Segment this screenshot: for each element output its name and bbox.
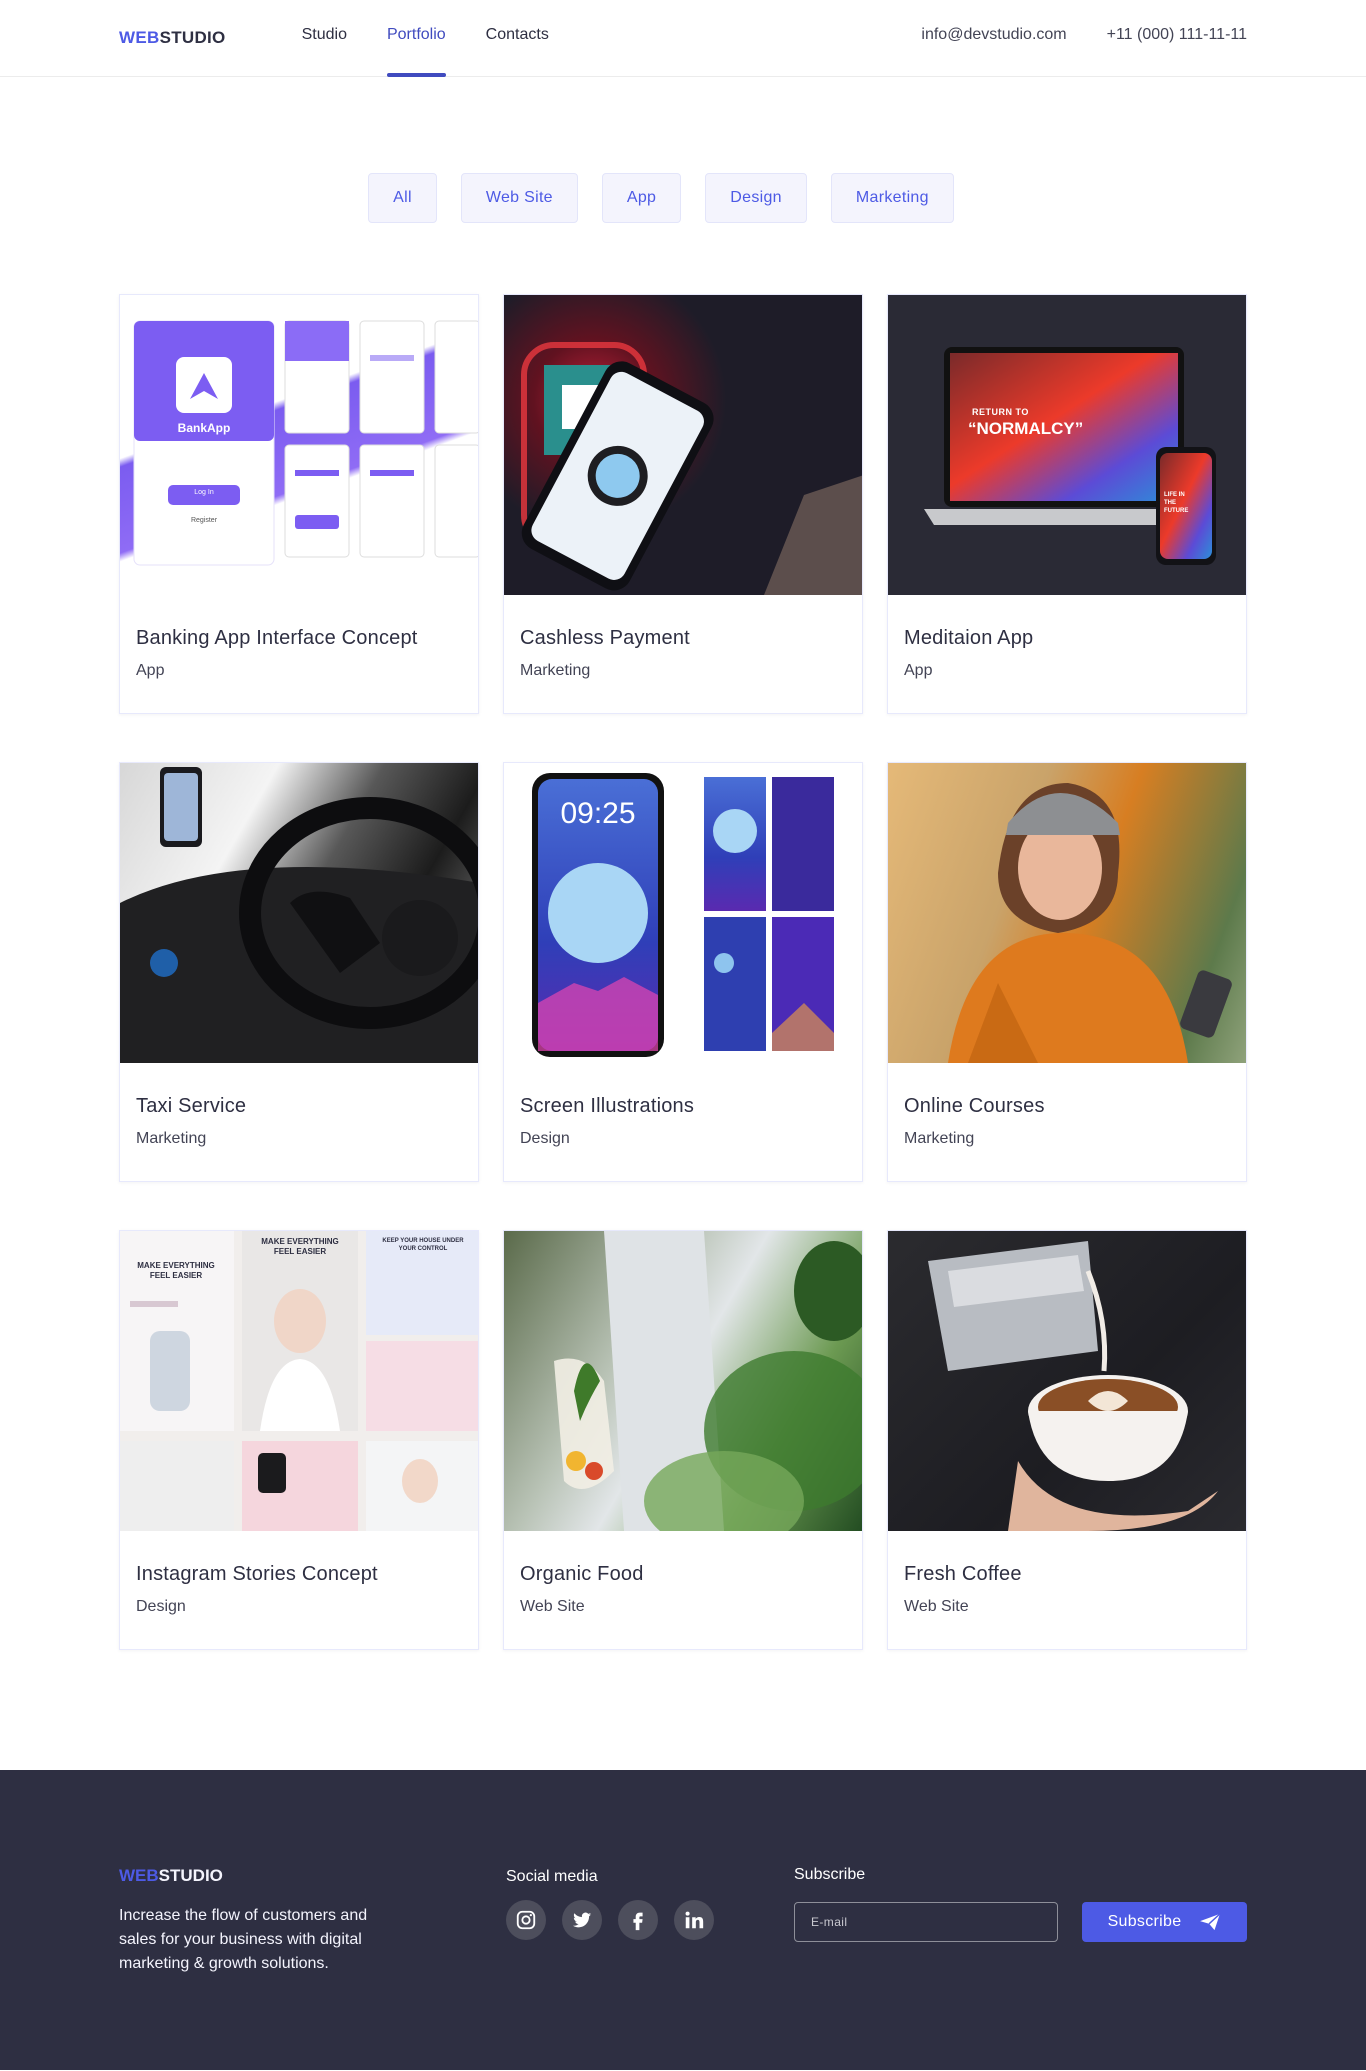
meditation-phone-text: LIFE IN THE FUTURE [1164, 492, 1189, 514]
fresh-coffee-illustration [928, 1241, 1218, 1531]
header-contacts: info@devstudio.com +11 (000) 111-11-11 [881, 26, 1247, 50]
facebook-icon [633, 1912, 643, 1931]
organic-food-thumbnail [504, 1231, 862, 1531]
logo-part-1: Web [119, 28, 160, 47]
project-category: App [904, 662, 933, 679]
project-category: Marketing [136, 1130, 207, 1147]
project-title: Cashless Payment [520, 627, 690, 649]
twitter-link[interactable] [562, 1900, 602, 1940]
filter-marketing-button[interactable]: Marketing [830, 173, 954, 223]
taxi-service-thumbnail [120, 763, 478, 1063]
portfolio-card[interactable]: Taxi Service Marketing [119, 762, 479, 1182]
footer-logo[interactable]: Web Studio [119, 1866, 402, 1886]
portfolio-card[interactable]: Online Courses Marketing [887, 762, 1247, 1182]
footer-subscribe: Subscribe Subscribe [794, 1866, 1247, 1976]
screen-time-label: 09:25 [560, 797, 636, 830]
project-title: Banking App Interface Concept [136, 627, 418, 649]
portfolio-card[interactable]: Cashless Payment Marketing [503, 294, 863, 714]
instagram-link[interactable] [506, 1900, 546, 1940]
organic-food-illustration [554, 1231, 862, 1531]
project-category: Design [136, 1598, 186, 1615]
email-input[interactable] [794, 1902, 1058, 1942]
meditation-app-illustration [924, 347, 1216, 565]
footer-about: Web Studio Increase the flow of customers… [119, 1866, 402, 1976]
instagram-icon [516, 1910, 536, 1930]
social-list [506, 1900, 730, 1940]
project-category: Marketing [904, 1130, 975, 1147]
subscribe-form: Subscribe [794, 1902, 1247, 1942]
linkedin-link[interactable] [674, 1900, 714, 1940]
project-title: Organic Food [520, 1563, 644, 1585]
portfolio-card[interactable]: BankApp Log In Register Banking App Inte… [119, 294, 479, 714]
bank-app-label: BankApp [177, 421, 231, 435]
subscribe-button-label: Subscribe [1107, 1913, 1182, 1930]
nav-item-portfolio[interactable]: Portfolio [386, 0, 446, 77]
footer-logo-part-1: Web [119, 1866, 159, 1885]
online-courses-illustration [948, 783, 1232, 1063]
twitter-icon [572, 1912, 592, 1928]
project-title: Taxi Service [136, 1095, 247, 1117]
site-footer: Web Studio Increase the flow of customers… [0, 1770, 1366, 2070]
send-icon [1200, 1913, 1221, 1931]
portfolio-card[interactable]: 09:25 Screen Illustrations Design [503, 762, 863, 1182]
cashless-payment-thumbnail [504, 295, 862, 595]
fresh-coffee-thumbnail [888, 1231, 1246, 1531]
insta-heading-2: MAKE EVERYTHING FEEL EASIER [261, 1237, 339, 1256]
project-category: App [136, 662, 165, 679]
logo-part-2: Studio [159, 28, 226, 47]
footer-social: Social media [506, 1866, 730, 1976]
meditation-title: “NORMALCY” [968, 419, 1084, 438]
portfolio-card[interactable]: RETURN TO “NORMALCY” LIFE IN THE FUTURE … [887, 294, 1247, 714]
footer-logo-part-2: Studio [158, 1866, 223, 1885]
main-nav: Studio Portfolio Contacts [302, 0, 589, 77]
bank-login-label: Log In [194, 489, 214, 496]
phone-link[interactable]: +11 (000) 111-11-11 [1107, 26, 1247, 50]
insta-heading-3: KEEP YOUR HOUSE UNDER YOUR CONTROL [382, 1238, 464, 1252]
project-category: Web Site [904, 1598, 969, 1615]
project-title: Online Courses [904, 1095, 1045, 1117]
facebook-link[interactable] [618, 1900, 658, 1940]
filter-design-button[interactable]: Design [705, 173, 807, 223]
project-title: Meditaion App [904, 627, 1034, 649]
banking-app-illustration [133, 320, 478, 566]
project-category: Web Site [520, 1598, 585, 1615]
logo[interactable]: Web Studio [119, 28, 226, 48]
project-category: Marketing [520, 662, 591, 679]
meditation-heading: RETURN TO [972, 407, 1029, 417]
subscribe-button[interactable]: Subscribe [1082, 1902, 1247, 1942]
subscribe-heading: Subscribe [794, 1866, 866, 1883]
filter-app-button[interactable]: App [601, 173, 682, 223]
nav-item-studio[interactable]: Studio [302, 0, 347, 76]
email-link[interactable]: info@devstudio.com [921, 26, 1066, 50]
nav-item-contacts[interactable]: Contacts [486, 0, 549, 76]
portfolio-card[interactable]: Fresh Coffee Web Site [887, 1230, 1247, 1650]
filter-all-button[interactable]: All [368, 173, 437, 223]
taxi-service-illustration [120, 767, 478, 1063]
portfolio-card[interactable]: Organic Food Web Site [503, 1230, 863, 1650]
portfolio-gallery: BankApp Log In Register Banking App Inte… [119, 294, 1247, 1650]
linkedin-icon [685, 1911, 704, 1929]
site-header: Web Studio Studio Portfolio Contacts info… [0, 0, 1366, 77]
screen-illustrations-thumbnail: 09:25 [504, 763, 862, 1063]
cashless-payment-illustration [521, 342, 862, 595]
insta-heading-1: MAKE EVERYTHING FEEL EASIER [137, 1261, 215, 1280]
filter-web-site-button[interactable]: Web Site [460, 173, 578, 223]
footer-description: Increase the flow of customers and sales… [119, 1907, 368, 1972]
meditation-app-thumbnail: RETURN TO “NORMALCY” LIFE IN THE FUTURE [888, 295, 1246, 595]
instagram-stories-thumbnail: MAKE EVERYTHING FEEL EASIER MAKE EVERYTH… [120, 1231, 478, 1531]
social-heading: Social media [506, 1868, 598, 1885]
portfolio-card[interactable]: MAKE EVERYTHING FEEL EASIER MAKE EVERYTH… [119, 1230, 479, 1650]
bank-register-label: Register [190, 517, 218, 524]
online-courses-thumbnail [888, 763, 1246, 1063]
project-title: Screen Illustrations [520, 1095, 695, 1117]
project-title: Instagram Stories Concept [136, 1563, 378, 1585]
project-category: Design [520, 1130, 570, 1147]
filter-bar: All Web Site App Design Marketing [0, 173, 1366, 223]
project-title: Fresh Coffee [904, 1563, 1022, 1585]
banking-app-thumbnail: BankApp Log In Register [120, 295, 478, 595]
